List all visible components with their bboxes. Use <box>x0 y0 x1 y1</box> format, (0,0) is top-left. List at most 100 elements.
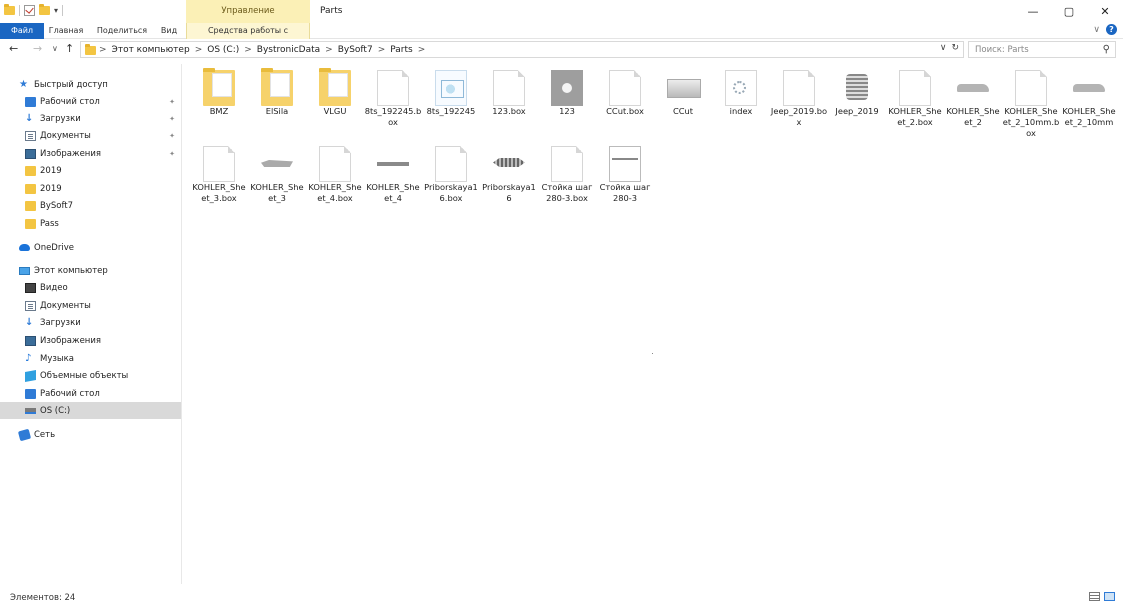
properties-icon[interactable] <box>24 5 35 16</box>
ribbon-right-controls: ∨ ? <box>1093 24 1117 35</box>
back-arrow-icon[interactable]: ← <box>9 42 18 55</box>
search-input[interactable]: Поиск: Parts <box>975 45 1029 55</box>
file-item[interactable]: KOHLER_Sheet_3 <box>248 140 306 210</box>
file-name: Priborskaya16.box <box>424 182 478 203</box>
folder-icon <box>261 68 293 106</box>
tab-picture-tools[interactable]: Средства работы с рисунками <box>186 23 310 51</box>
sidebar-item-videos[interactable]: Видео <box>0 279 181 296</box>
file-item[interactable]: Priborskaya16.box <box>422 140 480 210</box>
file-name: Jeep_2019 <box>835 106 879 116</box>
thumbnail-icon <box>493 146 525 182</box>
sidebar-item-label: Pass <box>40 218 59 229</box>
sidebar-item-os-c[interactable]: OS (C:) <box>0 402 181 419</box>
new-folder-icon[interactable] <box>39 4 50 15</box>
file-item[interactable]: KOHLER_Sheet_2.box <box>886 64 944 134</box>
sidebar-item-3d-objects[interactable]: Объемные объекты <box>0 367 181 384</box>
file-item[interactable]: Стойка шаг 280-3.box <box>538 140 596 210</box>
sidebar-item-pc-documents[interactable]: Документы <box>0 297 181 314</box>
sidebar-item-pictures[interactable]: Изображения ✦ <box>0 145 181 162</box>
sidebar-item-bysoft7[interactable]: BySoft7 <box>0 197 181 214</box>
tab-view[interactable]: Вид <box>158 23 180 39</box>
breadcrumb-separator[interactable]: > <box>418 45 426 55</box>
desktop-icon <box>25 96 36 107</box>
sidebar-item-pass[interactable]: Pass <box>0 215 181 232</box>
pin-icon[interactable]: ✦ <box>169 115 175 123</box>
folder-item[interactable]: ElSila <box>248 64 306 134</box>
folder-icon <box>4 4 15 15</box>
ribbon-collapse-icon[interactable]: ∨ <box>1093 25 1100 35</box>
breadcrumb-bystronicdata[interactable]: BystronicData <box>257 45 320 55</box>
sidebar-item-music[interactable]: ♪ Музыка <box>0 350 181 367</box>
file-item[interactable]: KOHLER_Sheet_2_10mm <box>1060 64 1118 134</box>
sidebar-item-2019-a[interactable]: 2019 <box>0 162 181 179</box>
pin-icon[interactable]: ✦ <box>169 132 175 140</box>
thumbnail-icon <box>841 70 873 106</box>
tab-file[interactable]: Файл <box>0 23 44 39</box>
sidebar-item-quick-access[interactable]: ★ Быстрый доступ <box>0 76 181 93</box>
breadcrumb-separator[interactable]: > <box>244 45 252 55</box>
status-bar: Элементов: 24 <box>0 588 1123 607</box>
sidebar-item-network[interactable]: Сеть <box>0 426 181 443</box>
address-dropdown-icon[interactable]: ∨ <box>940 43 947 53</box>
file-item[interactable]: 8ts_192245 <box>422 64 480 134</box>
file-name: Priborskaya16 <box>482 182 536 203</box>
file-item[interactable]: index <box>712 64 770 134</box>
folder-icon <box>319 68 351 106</box>
breadcrumb-separator[interactable]: > <box>325 45 333 55</box>
maximize-button[interactable]: ▢ <box>1051 0 1087 23</box>
breadcrumb-bysoft7[interactable]: BySoft7 <box>338 45 373 55</box>
close-button[interactable]: ✕ <box>1087 0 1123 23</box>
thumbnail-icon <box>435 70 467 106</box>
minimize-button[interactable]: — <box>1015 0 1051 23</box>
folder-item[interactable]: BMZ <box>190 64 248 134</box>
item-count: Элементов: 24 <box>10 593 76 603</box>
qat-customize-icon[interactable]: ▾ <box>54 6 58 15</box>
sidebar-item-pc-downloads[interactable]: ↓ Загрузки <box>0 314 181 331</box>
file-item[interactable]: Jeep_2019 <box>828 64 886 134</box>
file-item[interactable]: Jeep_2019.box <box>770 64 828 134</box>
file-item[interactable]: 8ts_192245.box <box>364 64 422 134</box>
search-box[interactable]: Поиск: Parts ⚲ <box>968 41 1116 58</box>
breadcrumb-parts[interactable]: Parts <box>390 45 412 55</box>
sidebar-item-pc-desktop[interactable]: Рабочий стол <box>0 385 181 402</box>
address-bar[interactable]: > Этот компьютер > OS (C:) > BystronicDa… <box>80 41 964 58</box>
sidebar-item-pc-pictures[interactable]: Изображения <box>0 332 181 349</box>
file-item[interactable]: KOHLER_Sheet_4.box <box>306 140 364 210</box>
sidebar-item-this-pc[interactable]: Этот компьютер <box>0 262 181 279</box>
recent-locations-icon[interactable]: ∨ <box>52 44 58 53</box>
pin-icon[interactable]: ✦ <box>169 150 175 158</box>
file-item[interactable]: 123.box <box>480 64 538 134</box>
help-icon[interactable]: ? <box>1106 24 1117 35</box>
pin-icon[interactable]: ✦ <box>169 98 175 106</box>
search-icon[interactable]: ⚲ <box>1103 44 1110 55</box>
forward-arrow-icon[interactable]: → <box>33 42 42 55</box>
file-item[interactable]: KOHLER_Sheet_4 <box>364 140 422 210</box>
folder-item[interactable]: VLGU <box>306 64 364 134</box>
file-item[interactable]: KOHLER_Sheet_2 <box>944 64 1002 134</box>
sidebar-item-desktop[interactable]: Рабочий стол ✦ <box>0 93 181 110</box>
breadcrumb-os-c[interactable]: OS (C:) <box>207 45 239 55</box>
file-icon <box>203 146 235 182</box>
file-name: BMZ <box>209 106 229 116</box>
file-item[interactable]: 123 <box>538 64 596 134</box>
breadcrumb-separator[interactable]: > <box>378 45 386 55</box>
file-item[interactable]: Стойка шаг 280-3 <box>596 140 654 210</box>
file-item[interactable]: Priborskaya16 <box>480 140 538 210</box>
sidebar-item-documents[interactable]: Документы ✦ <box>0 127 181 144</box>
file-item[interactable]: CCut.box <box>596 64 654 134</box>
details-view-icon[interactable] <box>1089 592 1100 601</box>
file-item[interactable]: KOHLER_Sheet_2_10mm.box <box>1002 64 1060 138</box>
up-arrow-icon[interactable]: ↑ <box>65 42 74 55</box>
sidebar-item-downloads[interactable]: ↓ Загрузки ✦ <box>0 110 181 127</box>
sidebar-item-onedrive[interactable]: OneDrive <box>0 239 181 256</box>
file-item[interactable]: CCut <box>654 64 712 134</box>
refresh-icon[interactable]: ↻ <box>951 43 959 53</box>
tab-share[interactable]: Поделиться <box>96 23 148 39</box>
large-icons-view-icon[interactable] <box>1104 592 1115 601</box>
sidebar-item-2019-b[interactable]: 2019 <box>0 180 181 197</box>
breadcrumb-this-pc[interactable]: Этот компьютер <box>112 45 190 55</box>
tab-home[interactable]: Главная <box>46 23 86 39</box>
file-item[interactable]: KOHLER_Sheet_3.box <box>190 140 248 210</box>
manage-label: Управление <box>221 6 275 16</box>
breadcrumb-separator[interactable]: > <box>195 45 203 55</box>
